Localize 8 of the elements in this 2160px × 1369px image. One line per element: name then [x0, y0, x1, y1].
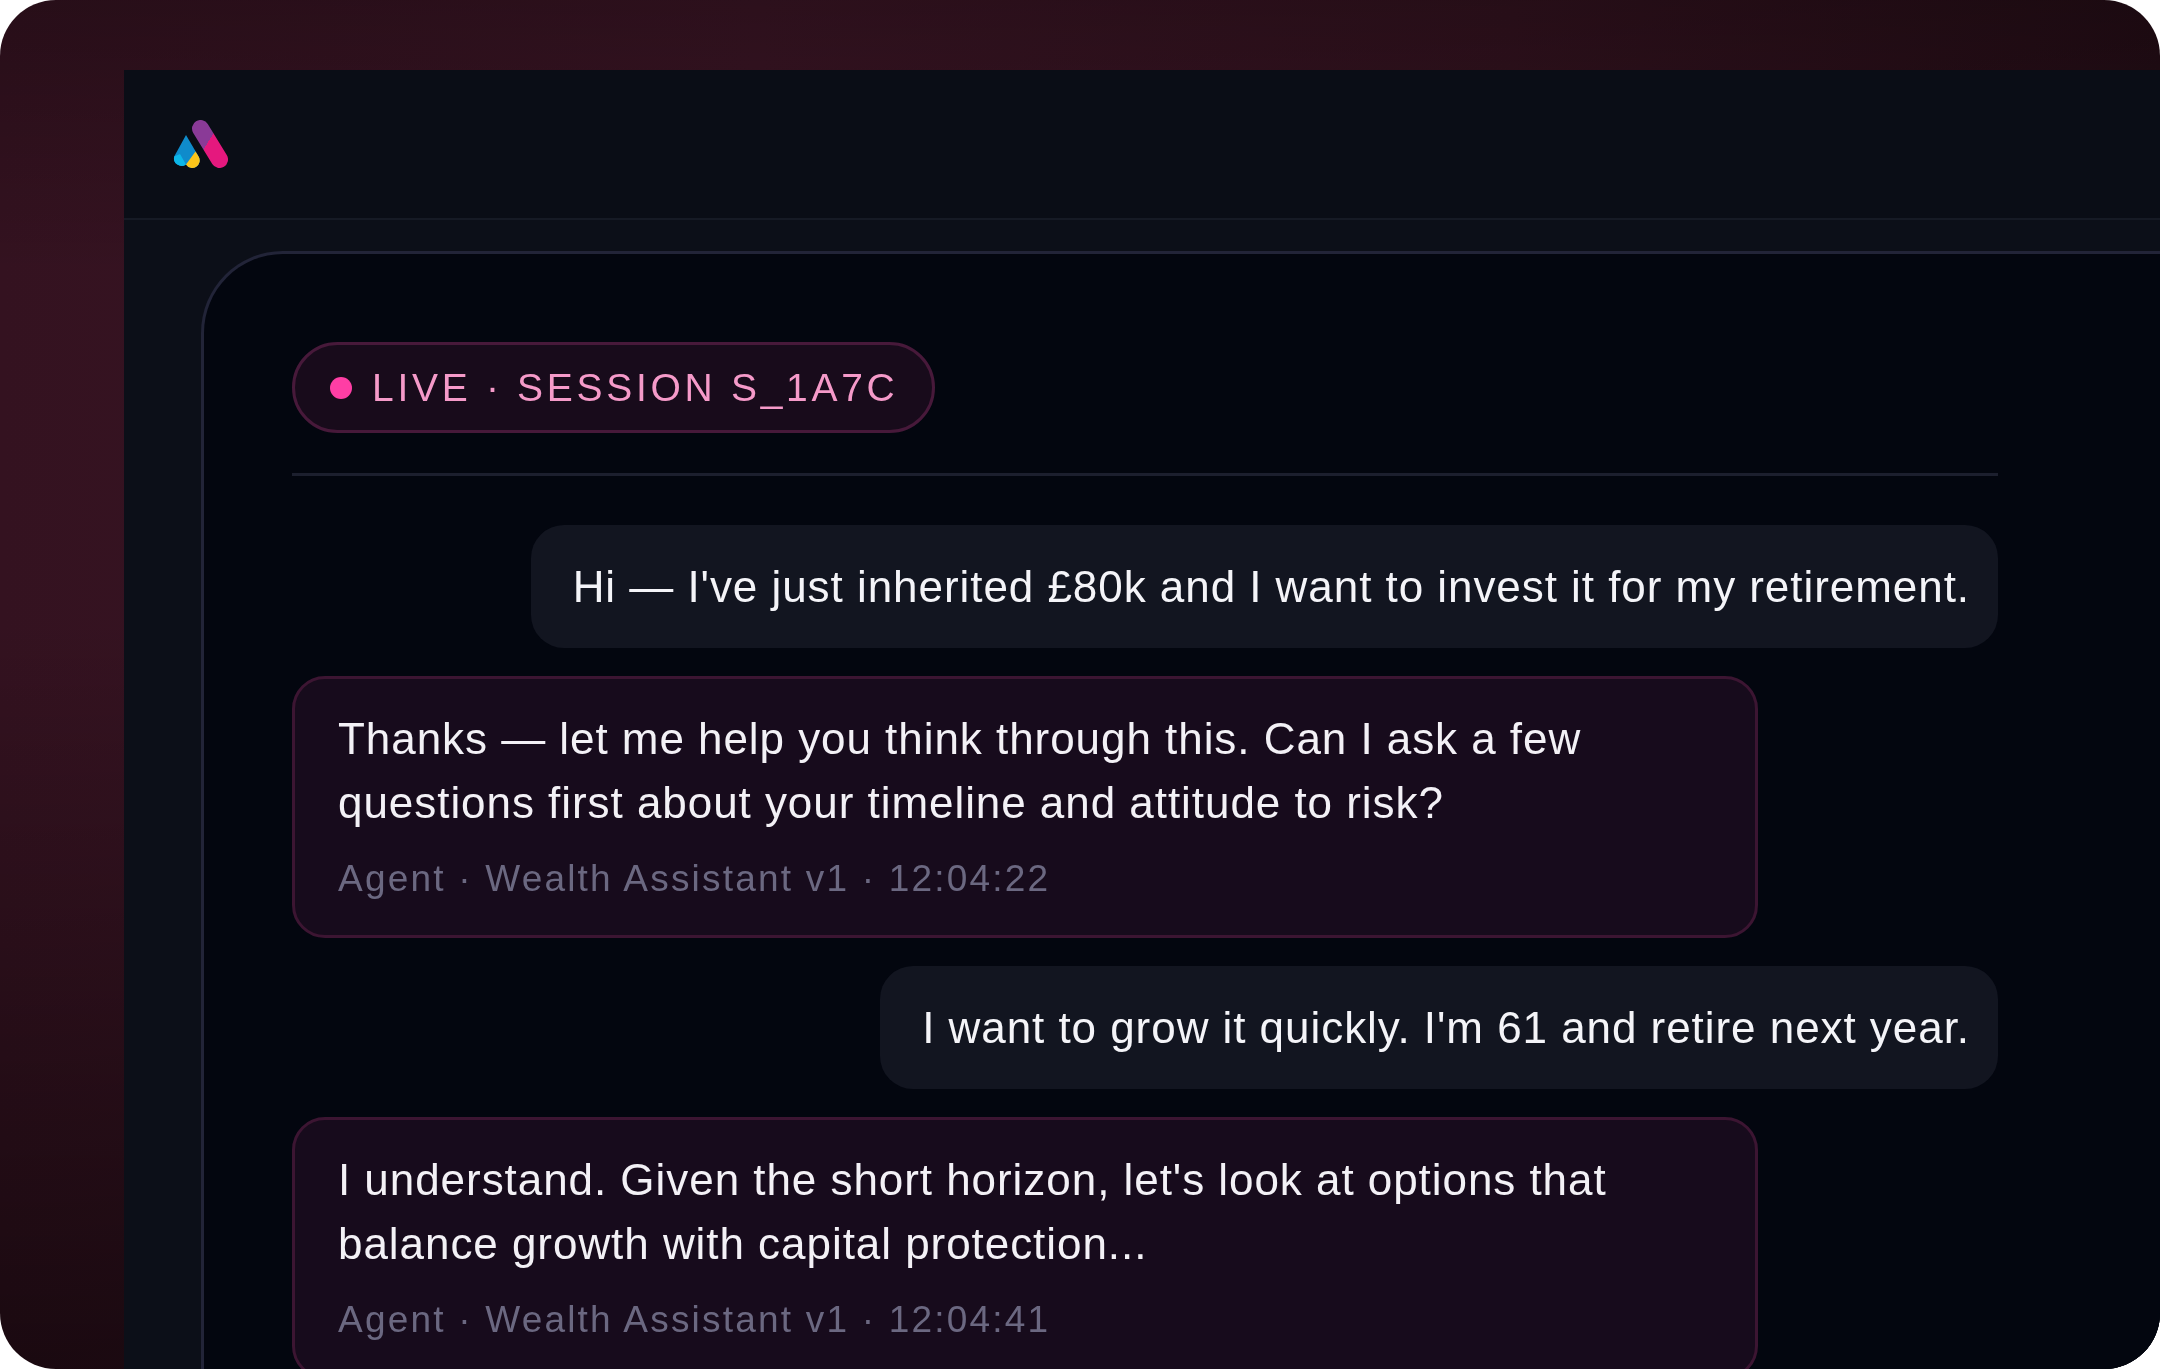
message-meta: Agent · Wealth Assistant v1 · 12:04:22: [338, 857, 1052, 901]
user-message: Hi — I've just inherited £80k and I want to invest it for my retirement.: [530, 525, 1998, 648]
session-label: LIVE · SESSION S_1A7C: [372, 368, 899, 407]
app-logo-icon: [172, 120, 228, 168]
message-text: I understand. Given the short horizon, let's look at options that balance growth with capital protection...: [338, 1154, 1608, 1270]
user-message: I want to grow it quickly. I'm 61 and retire next year.: [880, 966, 1998, 1089]
message-text: Thanks — let me help you think through this. Can I ask a few questions first about your timeline and attitude to risk?: [338, 713, 1583, 829]
message-meta: Agent · Wealth Assistant v1 · 12:04:41: [338, 1298, 1052, 1342]
